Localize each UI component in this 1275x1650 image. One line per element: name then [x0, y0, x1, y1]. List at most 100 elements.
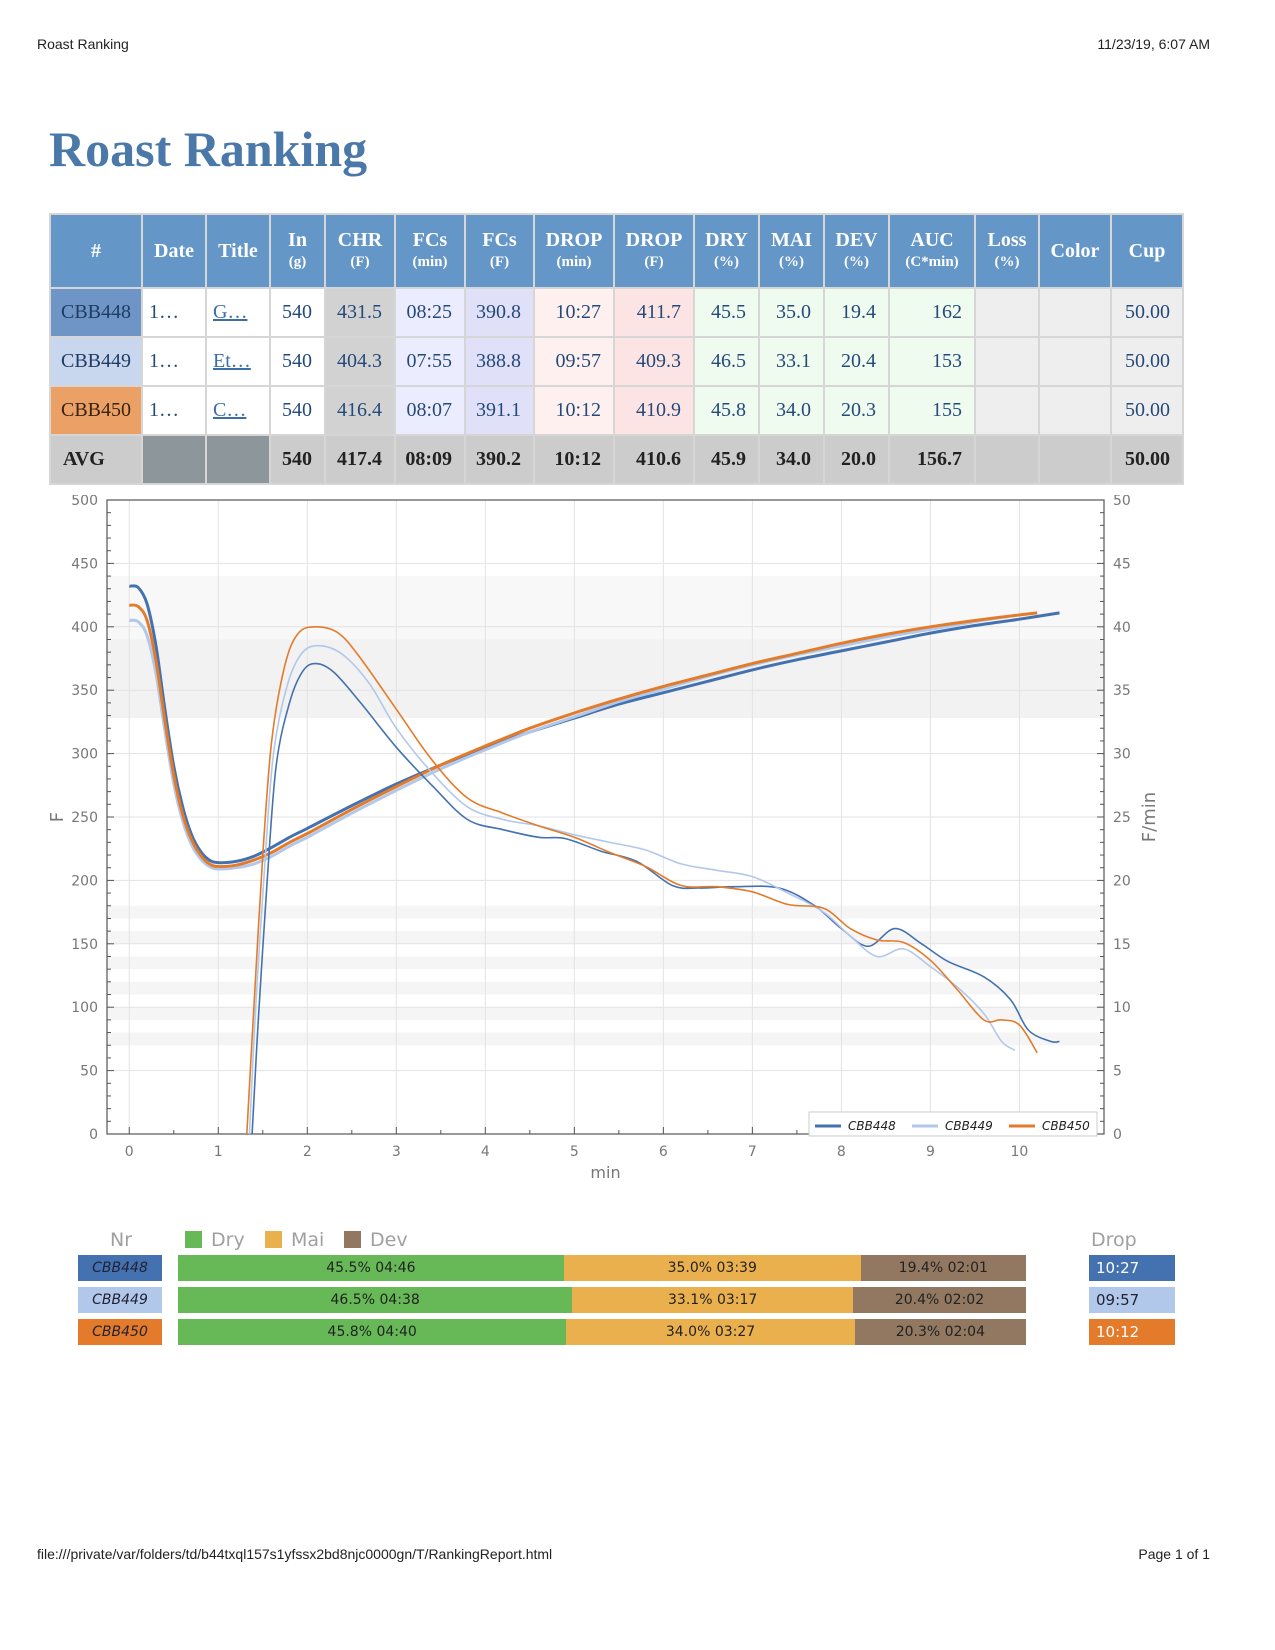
in-cell: 540	[269, 336, 326, 387]
development-phase-bar: 19.4% 02:01	[860, 1255, 1026, 1281]
y-tick-label: 50	[80, 1064, 98, 1080]
mai-swatch	[265, 1231, 282, 1248]
print-header-datetime: 11/23/19, 6:07 AM	[1097, 36, 1210, 52]
cup-cell: 50.00	[1110, 336, 1184, 387]
avg-dev-cell: 20.0	[823, 434, 890, 485]
loss-cell	[974, 287, 1040, 338]
y2-tick-label: 5	[1113, 1064, 1122, 1080]
drop-time-box: 09:57	[1089, 1287, 1175, 1313]
avg-mai-cell: 34.0	[758, 434, 825, 485]
dev-cell: 20.3	[823, 385, 890, 436]
loss-cell	[974, 336, 1040, 387]
drop-time-box: 10:27	[1089, 1255, 1175, 1281]
roast-title-link[interactable]: G…	[213, 301, 247, 323]
col-title: Title	[205, 213, 271, 289]
mai-cell: 33.1	[758, 336, 825, 387]
drop-temp-cell: 409.3	[613, 336, 695, 387]
fcs-min-cell: 07:55	[394, 336, 466, 387]
y2-tick-label: 30	[1113, 747, 1131, 763]
y2-tick-label: 50	[1113, 495, 1131, 509]
legend-label: CBB448	[848, 1119, 896, 1133]
chart-legend: CBB448 CBB449 CBB450	[808, 1111, 1098, 1137]
roast-id-cell: CBB449	[49, 336, 143, 387]
auc-cell: 162	[888, 287, 976, 338]
col-drop-temp: DROP (F)	[613, 213, 695, 289]
print-header-title: Roast Ranking	[37, 36, 129, 52]
y2-axis-label: F/min	[1139, 792, 1160, 842]
drop-temp-cell: 411.7	[613, 287, 695, 338]
avg-drop-temp-cell: 410.6	[613, 434, 695, 485]
phases-drop-header: Drop	[1091, 1229, 1137, 1251]
date-cell: 1…	[141, 336, 207, 387]
maillard-phase-bar: 34.0% 03:27	[566, 1319, 855, 1345]
col-auc: AUC (C*min)	[888, 213, 976, 289]
print-footer-page: Page 1 of 1	[1138, 1546, 1210, 1562]
y-tick-label: 450	[71, 556, 98, 572]
date-cell: 1…	[141, 287, 207, 338]
fcs-temp-cell: 388.8	[464, 336, 535, 387]
title-cell: Et…	[205, 336, 271, 387]
dry-phase-bar: 45.5% 04:46	[178, 1255, 564, 1281]
average-row: AVG 540 417.4 08:09 390.2 10:12 410.6 45…	[49, 434, 1184, 485]
table-row: CBB448 1… G… 540 431.5 08:25 390.8 10:27…	[49, 287, 1184, 338]
phase-row-id: CBB449	[78, 1287, 162, 1313]
y-axis-label: F	[47, 812, 68, 822]
roast-title-link[interactable]: C…	[213, 399, 246, 421]
title-cell: G…	[205, 287, 271, 338]
y-tick-label: 400	[71, 620, 98, 636]
maillard-phase-bar: 33.1% 03:17	[572, 1287, 853, 1313]
x-axis-label: min	[590, 1163, 620, 1182]
phase-row-id: CBB450	[78, 1319, 162, 1345]
roast-profile-chart: 0501001502002503003504004505000510152025…	[47, 495, 1160, 1182]
background-band	[107, 1007, 1104, 1020]
color-cell	[1038, 336, 1112, 387]
legend-label: CBB450	[1042, 1119, 1090, 1133]
ror-line-cbb448	[251, 662, 1060, 1135]
mai-cell: 35.0	[758, 287, 825, 338]
avg-color-cell	[1038, 434, 1112, 485]
col-nr: #	[49, 213, 143, 289]
x-tick-label: 7	[748, 1144, 757, 1160]
dev-swatch	[344, 1231, 361, 1248]
avg-cup-cell: 50.00	[1110, 434, 1184, 485]
y-tick-label: 250	[71, 810, 98, 826]
in-cell: 540	[269, 385, 326, 436]
y2-tick-label: 25	[1113, 810, 1131, 826]
cup-cell: 50.00	[1110, 385, 1184, 436]
y2-tick-label: 20	[1113, 873, 1131, 889]
y-tick-label: 350	[71, 683, 98, 699]
drop-temp-cell: 410.9	[613, 385, 695, 436]
color-cell	[1038, 385, 1112, 436]
dry-cell: 46.5	[693, 336, 760, 387]
y2-tick-label: 35	[1113, 683, 1131, 699]
avg-chr-cell: 417.4	[324, 434, 396, 485]
col-color: Color	[1038, 213, 1112, 289]
avg-label: AVG	[49, 434, 143, 485]
y2-tick-label: 40	[1113, 620, 1131, 636]
table-row: CBB450 1… C… 540 416.4 08:07 391.1 10:12…	[49, 385, 1184, 436]
col-fcs-min: FCs (min)	[394, 213, 466, 289]
phases-dev-header: Dev	[370, 1229, 408, 1251]
phases-mai-header: Mai	[291, 1229, 325, 1251]
auc-cell: 155	[888, 385, 976, 436]
chr-cell: 416.4	[324, 385, 396, 436]
y2-tick-label: 0	[1113, 1127, 1122, 1143]
development-phase-bar: 20.4% 02:02	[853, 1287, 1026, 1313]
fcs-min-cell: 08:07	[394, 385, 466, 436]
dry-phase-bar: 46.5% 04:38	[178, 1287, 573, 1313]
ranking-table: # Date Title In (g) CHR (F) FCs (min) FCs (F…	[49, 213, 1184, 485]
col-dry: DRY (%)	[693, 213, 760, 289]
title-cell: C…	[205, 385, 271, 436]
phases-nr-header: Nr	[110, 1229, 133, 1251]
x-tick-label: 6	[659, 1144, 668, 1160]
y2-tick-label: 10	[1113, 1000, 1131, 1016]
roast-title-link[interactable]: Et…	[213, 350, 251, 372]
drop-min-cell: 10:12	[533, 385, 615, 436]
report-title: Roast Ranking	[49, 121, 368, 177]
y2-tick-label: 15	[1113, 937, 1131, 953]
in-cell: 540	[269, 287, 326, 338]
col-loss: Loss (%)	[974, 213, 1040, 289]
x-tick-label: 9	[926, 1144, 935, 1160]
cup-cell: 50.00	[1110, 287, 1184, 338]
table-header-row: # Date Title In (g) CHR (F) FCs (min) FCs (F…	[49, 213, 1184, 289]
